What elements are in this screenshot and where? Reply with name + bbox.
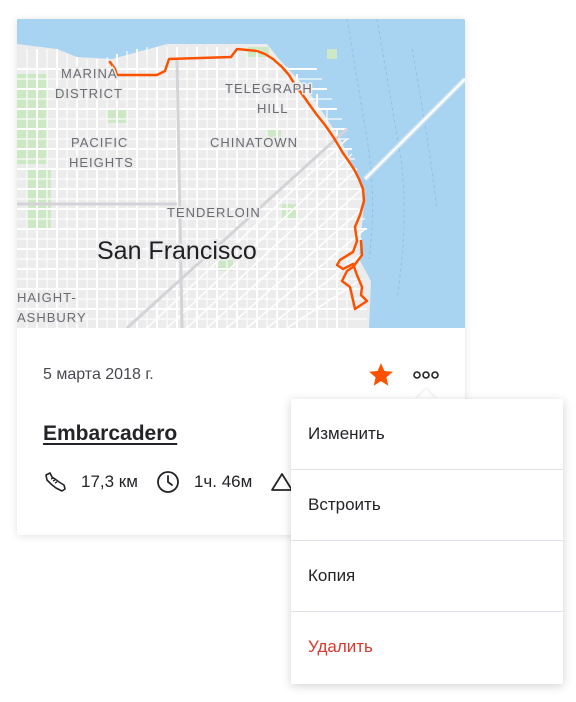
more-dots-icon[interactable] bbox=[411, 365, 441, 385]
route-stats: 17,3 км 1ч. 46м bbox=[43, 469, 294, 495]
actions-menu: Изменить Встроить Копия Удалить bbox=[291, 399, 563, 684]
clock-icon bbox=[157, 471, 179, 493]
map-label-telegraph: TELEGRAPH bbox=[225, 81, 313, 96]
map-label-pacific: PACIFIC bbox=[71, 135, 128, 150]
menu-item-embed[interactable]: Встроить bbox=[291, 470, 563, 541]
star-icon[interactable] bbox=[367, 361, 395, 389]
map-label-tenderloin: TENDERLOIN bbox=[167, 205, 261, 220]
route-title-link[interactable]: Embarcadero bbox=[43, 422, 177, 446]
map-city-label: San Francisco bbox=[97, 237, 257, 265]
route-duration: 1ч. 46м bbox=[193, 472, 253, 491]
map-label-heights: HEIGHTS bbox=[69, 155, 134, 170]
menu-item-copy[interactable]: Копия bbox=[291, 541, 563, 612]
map-label-haight: HAIGHT- bbox=[17, 290, 77, 305]
map-label-ashbury: ASHBURY bbox=[17, 310, 87, 325]
map-label-district: DISTRICT bbox=[55, 86, 123, 101]
route-map[interactable]: MARINA DISTRICT TELEGRAPH HILL PACIFIC H… bbox=[17, 19, 465, 328]
map-label-marina: MARINA bbox=[61, 66, 118, 81]
map-label-chinatown: CHINATOWN bbox=[210, 135, 298, 150]
menu-item-delete[interactable]: Удалить bbox=[291, 612, 563, 682]
route-date: 5 марта 2018 г. bbox=[43, 366, 154, 383]
route-distance: 17,3 км bbox=[81, 472, 138, 491]
map-label-hill: HILL bbox=[257, 101, 288, 116]
shoe-icon bbox=[45, 472, 66, 492]
menu-item-edit[interactable]: Изменить bbox=[291, 399, 563, 470]
